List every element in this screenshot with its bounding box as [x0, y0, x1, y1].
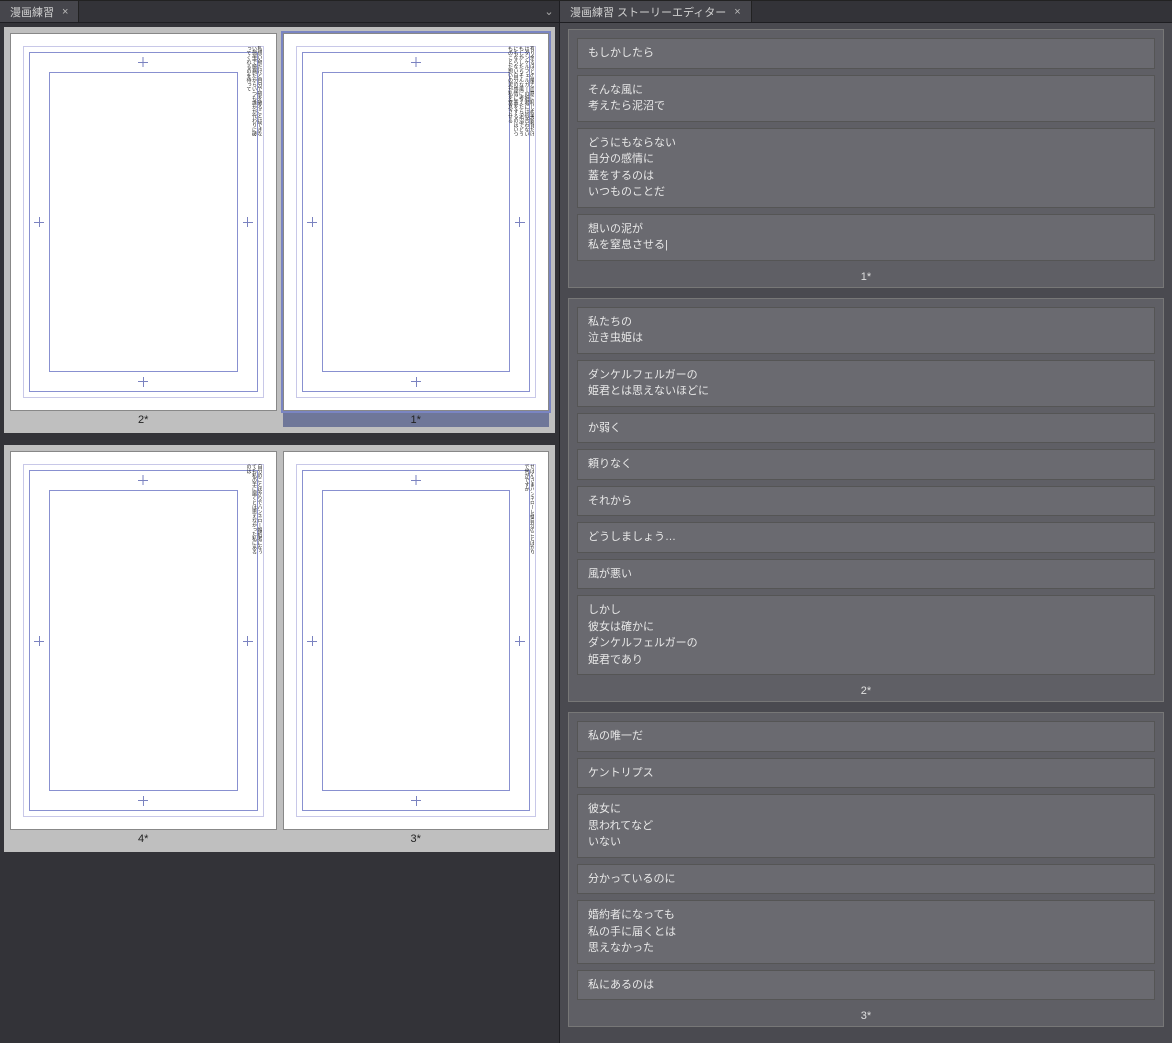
tab-title: 漫画練習 ストーリーエディター: [570, 4, 726, 20]
page-thumb-1[interactable]: 有り余るほどの魔力血筋に恥じぬ美貌背だけはダンケルフェルガーの姫君には似合わない…: [283, 33, 550, 427]
dialogue-text-field[interactable]: それから: [577, 486, 1155, 517]
page-canvas: 自分のことばかりでハンネロー婚約者になっても私の手に届くとは思えなかった私にある…: [10, 451, 277, 829]
tab-manga-file[interactable]: 漫画練習 ×: [0, 1, 79, 22]
tab-title: 漫画練習: [10, 4, 54, 20]
story-page-block: 私の唯一だケントリプス彼女に 思われてなど いない分かっているのに婚約者になって…: [568, 712, 1164, 1027]
story-block-page-label: 2*: [577, 681, 1155, 699]
story-editor-area[interactable]: もしかしたらそんな風に 考えたら泥沼でどうにもならない 自分の感情に 蓋をするの…: [560, 23, 1172, 1043]
dialogue-text-field[interactable]: 風が悪い: [577, 559, 1155, 590]
dialogue-text-field[interactable]: どうにもならない 自分の感情に 蓋をするのは いつものことだ: [577, 128, 1155, 208]
tab-story-editor[interactable]: 漫画練習 ストーリーエディター ×: [560, 1, 752, 22]
story-block-page-label: 3*: [577, 1006, 1155, 1024]
page-number-label: 3*: [283, 830, 550, 846]
pages-pane: 漫画練習 × ⌄: [0, 1, 560, 1043]
page-canvas: 私想い卵だけど自分で殻を破ることはできない弱虫で臆病だからいつも誰かが代わりに破…: [10, 33, 277, 411]
chevron-down-icon: ⌄: [544, 5, 553, 18]
page-number-label: 4*: [10, 830, 277, 846]
page-canvas: 有り余るほどの魔力血筋に恥じぬ美貌背だけはダンケルフェルガーの姫君には似合わない…: [283, 33, 550, 411]
dialogue-text-field[interactable]: しかし 彼女は確かに ダンケルフェルガーの 姫君であり: [577, 595, 1155, 675]
dialogue-text-field[interactable]: 分かっているのに: [577, 864, 1155, 895]
page-number-label: 2*: [10, 411, 277, 427]
close-icon[interactable]: ×: [62, 6, 68, 18]
dialogue-text-field[interactable]: 彼女に 思われてなど いない: [577, 794, 1155, 858]
page-text-preview: せばんさまハンネローレ様自分のことばかりで何がですか: [523, 464, 534, 554]
dialogue-text-field[interactable]: 私の唯一だ: [577, 721, 1155, 752]
dialogue-text-field[interactable]: 私たちの 泣き虫姫は: [577, 307, 1155, 354]
page-thumbnails-area[interactable]: 私想い卵だけど自分で殻を破ることはできない弱虫で臆病だからいつも誰かが代わりに破…: [0, 23, 559, 1043]
dialogue-text-field[interactable]: か弱く: [577, 413, 1155, 444]
dialogue-text-field[interactable]: どうしましょう…: [577, 522, 1155, 553]
spread-2: 自分のことばかりでハンネロー婚約者になっても私の手に届くとは思えなかった私にある…: [4, 445, 555, 851]
page-text-preview: 有り余るほどの魔力血筋に恥じぬ美貌背だけはダンケルフェルガーの姫君には似合わない…: [507, 46, 535, 136]
right-tab-bar: 漫画練習 ストーリーエディター ×: [560, 1, 1172, 23]
story-page-block: もしかしたらそんな風に 考えたら泥沼でどうにもならない 自分の感情に 蓋をするの…: [568, 29, 1164, 288]
page-text-preview: 私想い卵だけど自分で殻を破ることはできない弱虫で臆病だからいつも誰かが代わりに破…: [245, 46, 262, 136]
close-icon[interactable]: ×: [734, 6, 740, 18]
page-thumb-2[interactable]: 私想い卵だけど自分で殻を破ることはできない弱虫で臆病だからいつも誰かが代わりに破…: [10, 33, 277, 427]
page-thumb-3[interactable]: せばんさまハンネローレ様自分のことばかりで何がですか 3*: [283, 451, 550, 845]
dialogue-text-field[interactable]: 私にあるのは: [577, 970, 1155, 1001]
spread-1: 私想い卵だけど自分で殻を破ることはできない弱虫で臆病だからいつも誰かが代わりに破…: [4, 27, 555, 433]
dialogue-text-field[interactable]: そんな風に 考えたら泥沼で: [577, 75, 1155, 122]
story-page-block: 私たちの 泣き虫姫はダンケルフェルガーの 姫君とは思えないほどにか弱く頼りなくそ…: [568, 298, 1164, 703]
left-tab-bar: 漫画練習 × ⌄: [0, 1, 559, 23]
page-thumb-4[interactable]: 自分のことばかりでハンネロー婚約者になっても私の手に届くとは思えなかった私にある…: [10, 451, 277, 845]
dialogue-text-field[interactable]: もしかしたら: [577, 38, 1155, 69]
dialogue-text-field[interactable]: 婚約者になっても 私の手に届くとは 思えなかった: [577, 900, 1155, 964]
page-text-preview: 自分のことばかりでハンネロー婚約者になっても私の手に届くとは思えなかった私にある…: [245, 464, 262, 554]
story-editor-pane: 漫画練習 ストーリーエディター × もしかしたらそんな風に 考えたら泥沼でどうに…: [560, 1, 1172, 1043]
page-number-label: 1*: [283, 411, 550, 427]
dialogue-text-field[interactable]: ダンケルフェルガーの 姫君とは思えないほどに: [577, 360, 1155, 407]
dialogue-text-field[interactable]: 頼りなく: [577, 449, 1155, 480]
dialogue-text-field[interactable]: 想いの泥が 私を窒息させる|: [577, 214, 1155, 261]
tab-dropdown-button[interactable]: ⌄: [539, 1, 559, 22]
page-canvas: せばんさまハンネローレ様自分のことばかりで何がですか: [283, 451, 550, 829]
dialogue-text-field[interactable]: ケントリプス: [577, 758, 1155, 789]
story-block-page-label: 1*: [577, 267, 1155, 285]
